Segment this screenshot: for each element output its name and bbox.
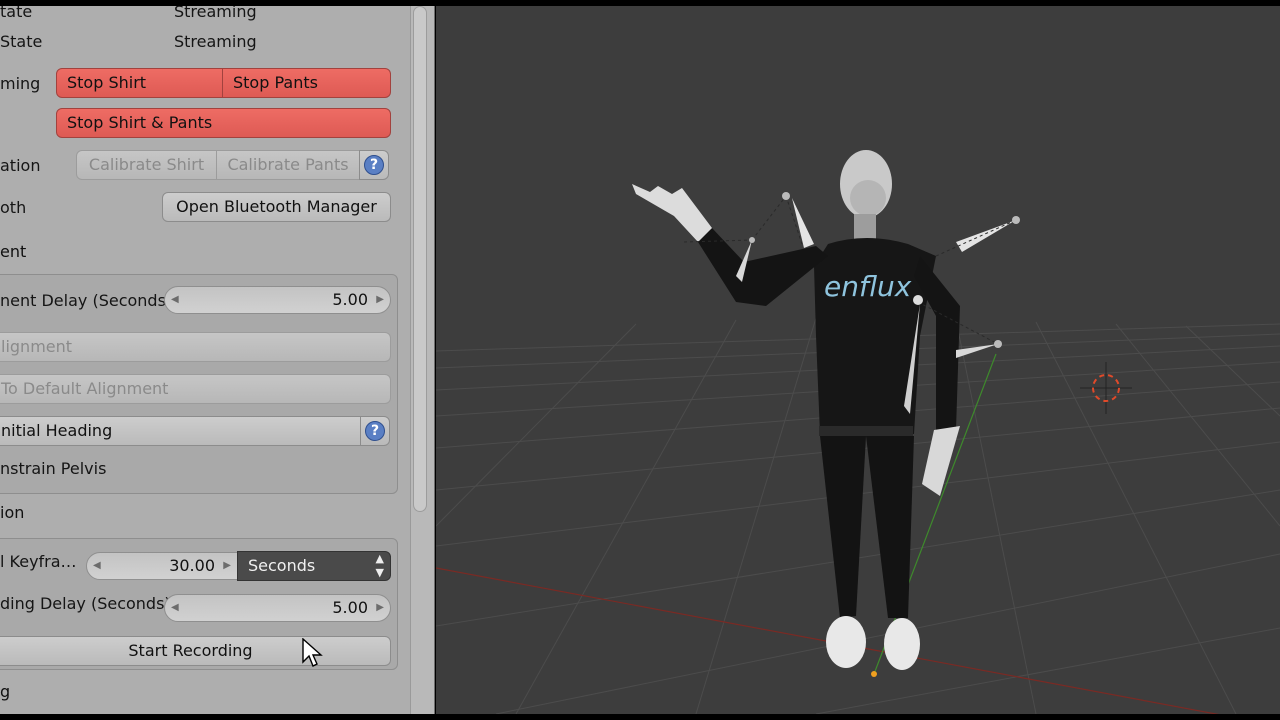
3d-viewport[interactable]: enflux (436, 6, 1280, 714)
keyframe-field[interactable]: ◀ 30.00 ▶ (86, 552, 238, 580)
stop-shirt-pants-button[interactable]: Stop Shirt & Pants (56, 108, 391, 138)
decrement-icon[interactable]: ◀ (93, 553, 101, 579)
properties-panel: tate Streaming State Streaming ming Stop… (0, 6, 410, 714)
alignment-delay-label: nent Delay (Seconds) (0, 291, 173, 310)
help-icon: ? (364, 155, 384, 175)
increment-icon[interactable]: ▶ (223, 553, 231, 579)
stop-pants-button[interactable]: Stop Pants (223, 68, 391, 98)
streaming-label: ming (0, 74, 41, 93)
stop-shirt-button[interactable]: Stop Shirt (56, 68, 223, 98)
decrement-icon[interactable]: ◀ (171, 287, 179, 313)
heading-help-button[interactable]: ? (360, 416, 390, 446)
alignment-delay-value: 5.00 (332, 290, 368, 309)
constrain-pelvis-label[interactable]: nstrain Pelvis (0, 459, 106, 478)
status-label-2: State (0, 32, 43, 51)
start-recording-button[interactable]: Start Recording (0, 636, 391, 666)
initial-heading-button[interactable]: nitial Heading (0, 416, 361, 446)
time-unit-value: Seconds (248, 556, 316, 575)
alignment-section-title[interactable]: ent (0, 242, 26, 261)
default-alignment-button[interactable]: To Default Alignment (0, 374, 391, 404)
calibration-help-button[interactable]: ? (359, 150, 389, 180)
3d-cursor-icon (1080, 362, 1132, 414)
recording-delay-field[interactable]: ◀ 5.00 ▶ (164, 594, 391, 622)
time-unit-select[interactable]: Seconds ▲ ▼ (237, 551, 391, 581)
decrement-icon[interactable]: ◀ (171, 595, 179, 621)
status-value-2: Streaming (174, 32, 257, 51)
calibrate-pants-button[interactable]: Calibrate Pants (217, 150, 360, 180)
recording-delay-value: 5.00 (332, 598, 368, 617)
viewport-scene: enflux (436, 150, 1280, 714)
enflux-logo: enflux (824, 270, 912, 303)
panel-scrollbar[interactable] (410, 6, 435, 714)
bluetooth-label: oth (0, 198, 27, 217)
calibration-label: ation (0, 156, 41, 175)
mouse-pointer-icon (302, 638, 323, 667)
increment-icon[interactable]: ▶ (376, 287, 384, 313)
scrollbar-thumb[interactable] (413, 6, 427, 512)
help-icon: ? (365, 421, 385, 441)
status-value-1: Streaming (174, 6, 257, 21)
recording-delay-label: ding Delay (Seconds) (0, 594, 171, 613)
keyframe-value: 30.00 (169, 556, 215, 575)
increment-icon[interactable]: ▶ (376, 595, 384, 621)
updown-icon: ▲ ▼ (375, 552, 384, 579)
status-label-1: tate (0, 6, 33, 21)
avatar-figure: enflux (632, 150, 1020, 677)
next-section-title[interactable]: g (0, 682, 10, 701)
open-bluetooth-manager-button[interactable]: Open Bluetooth Manager (162, 192, 391, 222)
alignment-delay-field[interactable]: ◀ 5.00 ▶ (164, 286, 391, 314)
recording-section-title[interactable]: ion (0, 503, 24, 522)
calibrate-shirt-button[interactable]: Calibrate Shirt (76, 150, 217, 180)
alignment-button[interactable]: lignment (0, 332, 391, 362)
keyframe-label: l Keyfra… (0, 552, 77, 571)
